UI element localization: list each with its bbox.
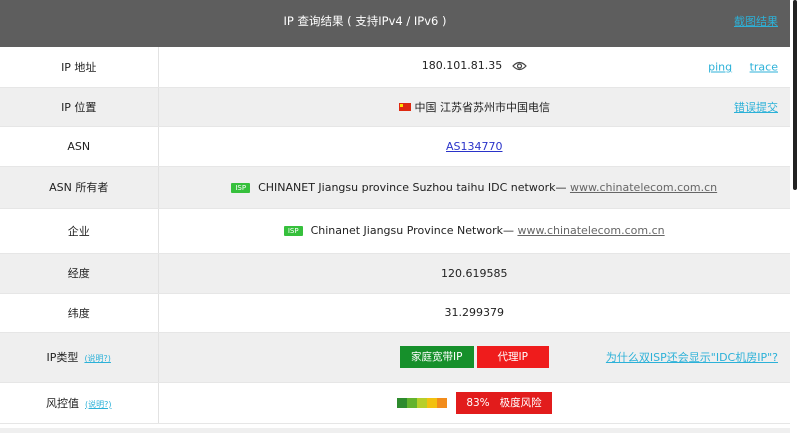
ip-type-label: IP类型 <box>46 351 79 364</box>
ip-location-value: 中国 江苏省苏州市中国电信 <box>414 100 551 114</box>
ping-link[interactable]: ping <box>708 60 732 73</box>
row-ip-type: IP类型 (说明?) 家庭宽带IP 代理IP 为什么双ISP还会显示"IDC机房IP… <box>0 332 790 383</box>
longitude-label: 经度 <box>0 253 159 294</box>
trace-link[interactable]: trace <box>750 60 778 73</box>
ip-location-cell: 中国 江苏省苏州市中国电信 错误提交 <box>158 87 790 127</box>
screenshot-result-link[interactable]: 截图结果 <box>734 13 778 29</box>
asn-owner-label: ASN 所有者 <box>0 166 159 209</box>
risk-scale-bar <box>396 396 447 409</box>
risk-help-link[interactable]: (说明?) <box>85 400 112 409</box>
home-broadband-tag: 家庭宽带IP <box>399 346 474 368</box>
report-error-link[interactable]: 错误提交 <box>734 101 778 114</box>
risk-label: 风控值 <box>46 396 79 410</box>
proxy-ip-tag: 代理IP <box>476 346 549 368</box>
asn-label: ASN <box>0 126 159 167</box>
latitude-value: 31.299379 <box>158 293 790 333</box>
scrollbar[interactable] <box>790 0 800 433</box>
asn-owner-site-link[interactable]: www.chinatelecom.com.cn <box>570 181 717 194</box>
risk-score-badge: 83% 极度风险 <box>456 391 552 414</box>
ip-address-value: 180.101.81.35 <box>421 59 503 73</box>
risk-scale-segment <box>416 398 427 408</box>
enterprise-site-link[interactable]: www.chinatelecom.com.cn <box>517 224 664 237</box>
risk-scale-segment <box>426 398 437 408</box>
asn-cell: AS134770 <box>158 126 790 167</box>
enterprise-label: 企业 <box>0 208 159 254</box>
enterprise-value: Chinanet Jiangsu Province Network— <box>310 224 518 237</box>
ip-address-label: IP 地址 <box>0 47 159 88</box>
asn-owner-cell: ISP CHINANET Jiangsu province Suzhou taih… <box>158 166 790 209</box>
eye-icon[interactable] <box>511 61 527 74</box>
enterprise-cell: ISP Chinanet Jiangsu Province Network— ww… <box>158 208 790 254</box>
row-ip-address: IP 地址 180.101.81.35 ping trace <box>0 47 790 88</box>
row-asn: ASN AS134770 <box>0 126 790 167</box>
row-latitude: 纬度 31.299379 <box>0 293 790 333</box>
risk-score: 83% <box>466 396 490 409</box>
next-row-peek <box>0 428 790 433</box>
risk-scale-segment <box>436 398 447 408</box>
page-title: IP 查询结果 ( 支持IPv4 / IPv6 ) <box>283 14 447 28</box>
row-longitude: 经度 120.619585 <box>0 253 790 294</box>
longitude-value: 120.619585 <box>158 253 790 294</box>
row-asn-owner: ASN 所有者 ISP CHINANET Jiangsu province Suz… <box>0 166 790 209</box>
ip-tools: ping trace <box>694 60 778 73</box>
result-table: IP 地址 180.101.81.35 ping trace IP 位置 中国 … <box>0 47 790 424</box>
ip-type-help-link[interactable]: (说明?) <box>84 354 111 363</box>
ip-type-question-wrap: 为什么双ISP还会显示"IDC机房IP"? <box>592 349 778 365</box>
china-flag-icon <box>398 102 411 111</box>
report-error-wrap: 错误提交 <box>720 99 778 115</box>
ip-address-cell: 180.101.81.35 ping trace <box>158 47 790 88</box>
asn-link[interactable]: AS134770 <box>446 140 503 153</box>
risk-scale-segment <box>396 398 407 408</box>
risk-cell: 83% 极度风险 <box>158 382 790 424</box>
row-enterprise: 企业 ISP Chinanet Jiangsu Province Network—… <box>0 208 790 254</box>
ip-type-cell: 家庭宽带IP 代理IP 为什么双ISP还会显示"IDC机房IP"? <box>158 332 790 383</box>
result-header: IP 查询结果 ( 支持IPv4 / IPv6 ) 截图结果 <box>0 0 790 47</box>
risk-label-cell: 风控值 (说明?) <box>0 382 159 424</box>
risk-level: 极度风险 <box>499 396 542 409</box>
row-ip-location: IP 位置 中国 江苏省苏州市中国电信 错误提交 <box>0 87 790 127</box>
latitude-label: 纬度 <box>0 293 159 333</box>
risk-scale-segment <box>406 398 417 408</box>
ip-location-label: IP 位置 <box>0 87 159 127</box>
isp-badge: ISP <box>231 182 251 193</box>
row-risk: 风控值 (说明?) 83% 极度风险 <box>0 382 790 424</box>
ip-type-label-cell: IP类型 (说明?) <box>0 332 159 383</box>
scrollbar-thumb[interactable] <box>793 0 797 190</box>
asn-owner-value: CHINANET Jiangsu province Suzhou taihu I… <box>258 180 570 194</box>
idc-question-link[interactable]: 为什么双ISP还会显示"IDC机房IP"? <box>606 351 778 364</box>
isp-badge: ISP <box>283 226 303 236</box>
